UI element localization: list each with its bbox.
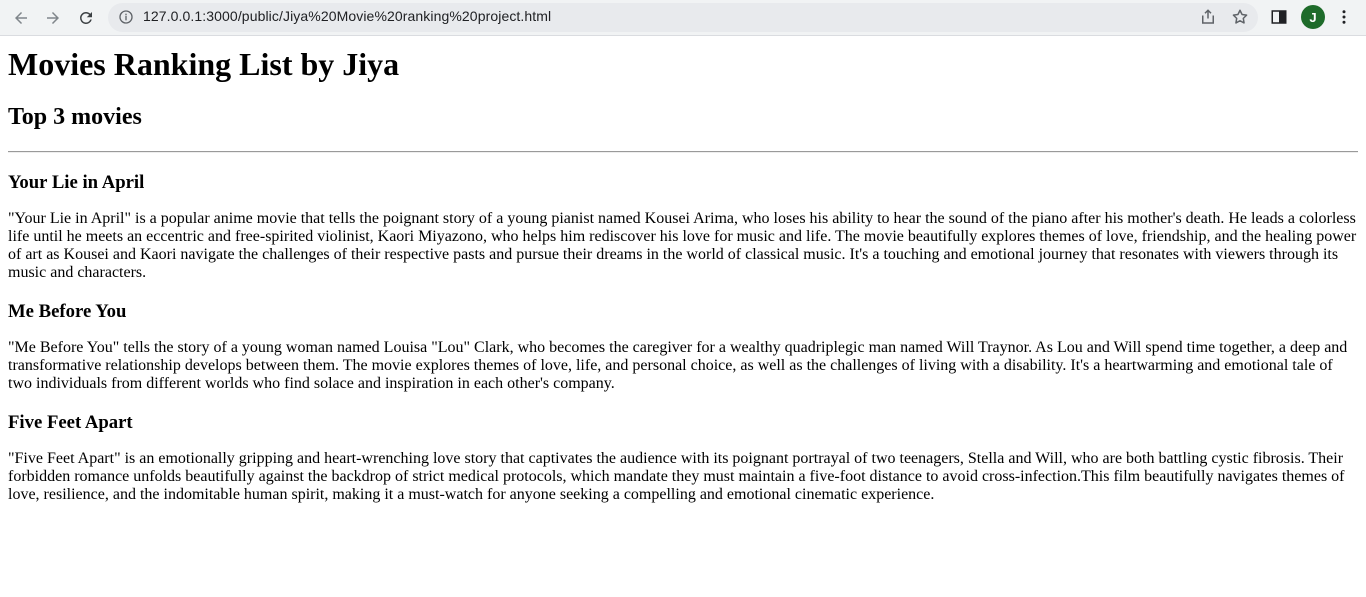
info-icon[interactable] [118,9,134,25]
share-icon[interactable] [1199,8,1217,26]
page-content: Movies Ranking List by Jiya Top 3 movies… [0,46,1366,504]
reload-icon [80,12,92,24]
movie-description: "Me Before You" tells the story of a you… [8,339,1348,392]
arrow-left-icon [15,12,27,24]
star-icon[interactable] [1231,8,1249,26]
back-button[interactable] [8,5,34,31]
movie-description: "Your Lie in April" is a popular anime m… [8,210,1357,281]
url-text[interactable]: 127.0.0.1:3000/public/Jiya%20Movie%20ran… [143,8,551,24]
browser-toolbar: 127.0.0.1:3000/public/Jiya%20Movie%20ran… [0,0,1366,36]
movie-title: Me Before You [8,301,127,322]
arrow-right-icon [47,12,59,24]
page-subtitle: Top 3 movies [8,104,142,130]
page-title: Movies Ranking List by Jiya [8,46,400,82]
more-menu-icon[interactable] [1335,8,1353,26]
movie-title: Your Lie in April [8,172,145,193]
reload-button[interactable] [73,5,99,31]
forward-button[interactable] [40,5,66,31]
side-panel-icon[interactable] [1270,8,1288,26]
movie-description: "Five Feet Apart" is an emotionally grip… [8,450,1345,503]
divider [8,151,1358,153]
movie-title: Five Feet Apart [8,412,133,433]
profile-avatar[interactable]: J [1301,5,1325,29]
